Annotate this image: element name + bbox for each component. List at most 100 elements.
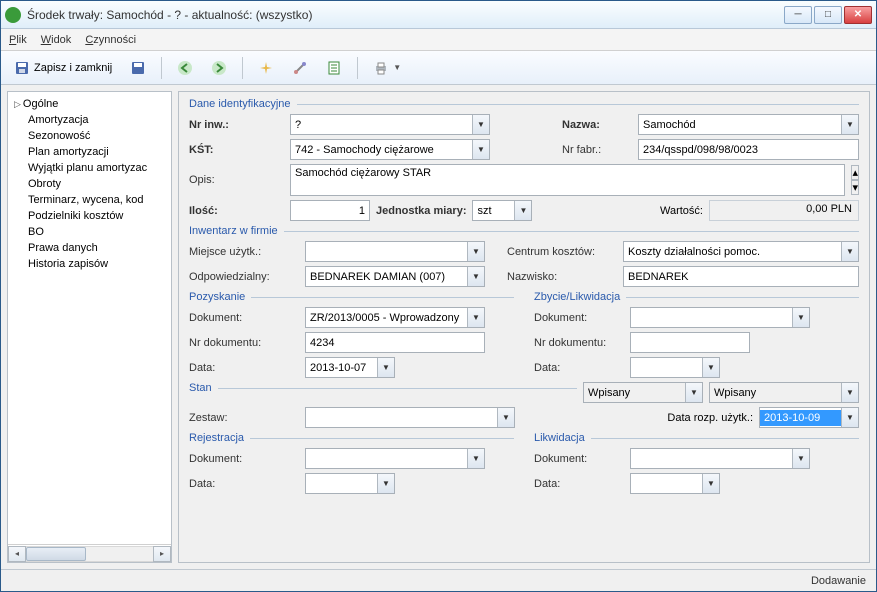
stan1-combo[interactable]: Wpisany▼ [583, 382, 703, 403]
sparkle-icon [258, 60, 274, 76]
tool-1-button[interactable] [251, 56, 281, 80]
window-title: Środek trwały: Samochód - ? - aktualność… [27, 8, 784, 22]
menubar: Plik Widok Czynności [1, 29, 876, 51]
sidebar-item-wyjatki[interactable]: Wyjątki planu amortyzac [10, 160, 169, 176]
poz-data-input[interactable]: 2013-10-07▼ [305, 357, 395, 378]
wartosc-display: 0,00 PLN [709, 200, 859, 221]
chevron-down-icon: ▼ [841, 115, 858, 134]
label-odpow: Odpowiedzialny: [189, 271, 299, 283]
nr-fabr-input[interactable] [638, 139, 859, 160]
save-icon [14, 60, 30, 76]
kst-combo[interactable]: 742 - Samochody ciężarowe▼ [290, 139, 490, 160]
save-close-button[interactable]: Zapisz i zamknij [7, 56, 119, 80]
app-icon [5, 7, 21, 23]
form-panel: Dane identyfikacyjne Nr inw.: ?▼ Nazwa: … [178, 91, 870, 563]
label-zby-data: Data: [534, 362, 624, 374]
chevron-down-icon: ▼ [792, 308, 809, 327]
label-poz-data: Data: [189, 362, 299, 374]
arrow-left-icon [177, 60, 193, 76]
menu-czynnosci[interactable]: Czynności [85, 34, 136, 46]
nav-back-button[interactable] [170, 56, 200, 80]
chevron-right-icon: ▷ [14, 99, 21, 110]
zby-dokument-combo[interactable]: ▼ [630, 307, 810, 328]
nr-inw-combo[interactable]: ?▼ [290, 114, 490, 135]
chevron-down-icon: ▼ [514, 201, 531, 220]
save-button[interactable] [123, 56, 153, 80]
chevron-down-icon: ▼ [472, 140, 489, 159]
jedn-combo[interactable]: szt▼ [472, 200, 532, 221]
sidebar-item-ogolne[interactable]: ▷ Ogólne [10, 96, 169, 112]
section-rejestracja: Rejestracja [189, 432, 250, 444]
chevron-down-icon: ▼ [841, 242, 858, 261]
chevron-down-icon: ▼ [467, 242, 484, 261]
print-button[interactable]: ▼ [366, 56, 408, 80]
lik-dokument-combo[interactable]: ▼ [630, 448, 810, 469]
section-likwidacja: Likwidacja [534, 432, 591, 444]
minimize-button[interactable]: ─ [784, 6, 812, 24]
menu-widok[interactable]: Widok [41, 34, 72, 46]
chevron-down-icon: ▼ [377, 474, 394, 493]
sidebar-item-podzielniki[interactable]: Podzielniki kosztów [10, 208, 169, 224]
nazwa-combo[interactable]: Samochód▼ [638, 114, 859, 135]
rej-dokument-combo[interactable]: ▼ [305, 448, 485, 469]
label-lik-dok: Dokument: [534, 453, 624, 465]
sidebar-hscroll[interactable]: ◂▸ [8, 544, 171, 562]
sidebar-item-plan[interactable]: Plan amortyzacji [10, 144, 169, 160]
menu-plik[interactable]: Plik [9, 34, 27, 46]
label-lik-data: Data: [534, 478, 624, 490]
chevron-down-icon: ▼ [702, 358, 719, 377]
sidebar-item-terminarz[interactable]: Terminarz, wycena, kod [10, 192, 169, 208]
stan2-combo[interactable]: Wpisany▼ [709, 382, 859, 403]
section-stan: Stan [189, 382, 218, 394]
data-rozp-input[interactable]: 2013-10-09▼ [759, 407, 859, 428]
statusbar: Dodawanie [1, 569, 876, 591]
nav-forward-button[interactable] [204, 56, 234, 80]
sidebar-item-obroty[interactable]: Obroty [10, 176, 169, 192]
chevron-down-icon: ▼ [497, 408, 514, 427]
printer-icon [373, 60, 389, 76]
chevron-down-icon: ▼ [467, 449, 484, 468]
label-nr-inw: Nr inw.: [189, 119, 284, 131]
spinner-up[interactable]: ▴ [851, 165, 859, 180]
label-data-rozp: Data rozp. użytk.: [667, 412, 753, 424]
lik-data-input[interactable]: ▼ [630, 473, 720, 494]
tool-2-button[interactable] [285, 56, 315, 80]
zby-nr-input[interactable] [630, 332, 750, 353]
tool-3-button[interactable] [319, 56, 349, 80]
centrum-combo[interactable]: Koszty działalności pomoc.▼ [623, 241, 859, 262]
rej-data-input[interactable]: ▼ [305, 473, 395, 494]
label-wartosc: Wartość: [660, 205, 703, 217]
sidebar: ▷ Ogólne Amortyzacja Sezonowość Plan amo… [7, 91, 172, 563]
spinner-down[interactable]: ▾ [851, 180, 859, 195]
opis-input[interactable]: Samochód ciężarowy STAR [290, 164, 845, 196]
zestaw-combo[interactable]: ▼ [305, 407, 515, 428]
tools-icon [292, 60, 308, 76]
zby-data-input[interactable]: ▼ [630, 357, 720, 378]
poz-nr-input[interactable] [305, 332, 485, 353]
chevron-down-icon: ▼ [841, 408, 858, 427]
sidebar-item-prawa[interactable]: Prawa danych [10, 240, 169, 256]
sidebar-item-historia[interactable]: Historia zapisów [10, 256, 169, 272]
label-rej-dok: Dokument: [189, 453, 299, 465]
label-centrum: Centrum kosztów: [507, 246, 617, 258]
section-ident: Dane identyfikacyjne [189, 98, 297, 110]
chevron-down-icon: ▼ [841, 383, 858, 402]
nazwisko-input[interactable] [623, 266, 859, 287]
sidebar-item-sezonowosc[interactable]: Sezonowość [10, 128, 169, 144]
close-button[interactable]: ✕ [844, 6, 872, 24]
miejsce-combo[interactable]: ▼ [305, 241, 485, 262]
chevron-down-icon: ▼ [702, 474, 719, 493]
sidebar-item-amortyzacja[interactable]: Amortyzacja [10, 112, 169, 128]
status-text: Dodawanie [811, 575, 866, 587]
ilosc-input[interactable] [290, 200, 370, 221]
poz-dokument-combo[interactable]: ZR/2013/0005 - Wprowadzony▼ [305, 307, 485, 328]
label-rej-data: Data: [189, 478, 299, 490]
section-inwentarz: Inwentarz w firmie [189, 225, 284, 237]
label-jedn: Jednostka miary: [376, 205, 466, 217]
odpow-combo[interactable]: BEDNAREK DAMIAN (007)▼ [305, 266, 485, 287]
maximize-button[interactable]: □ [814, 6, 842, 24]
sidebar-item-bo[interactable]: BO [10, 224, 169, 240]
label-zestaw: Zestaw: [189, 412, 299, 424]
toolbar: Zapisz i zamknij ▼ [1, 51, 876, 85]
label-ilosc: Ilość: [189, 205, 284, 217]
